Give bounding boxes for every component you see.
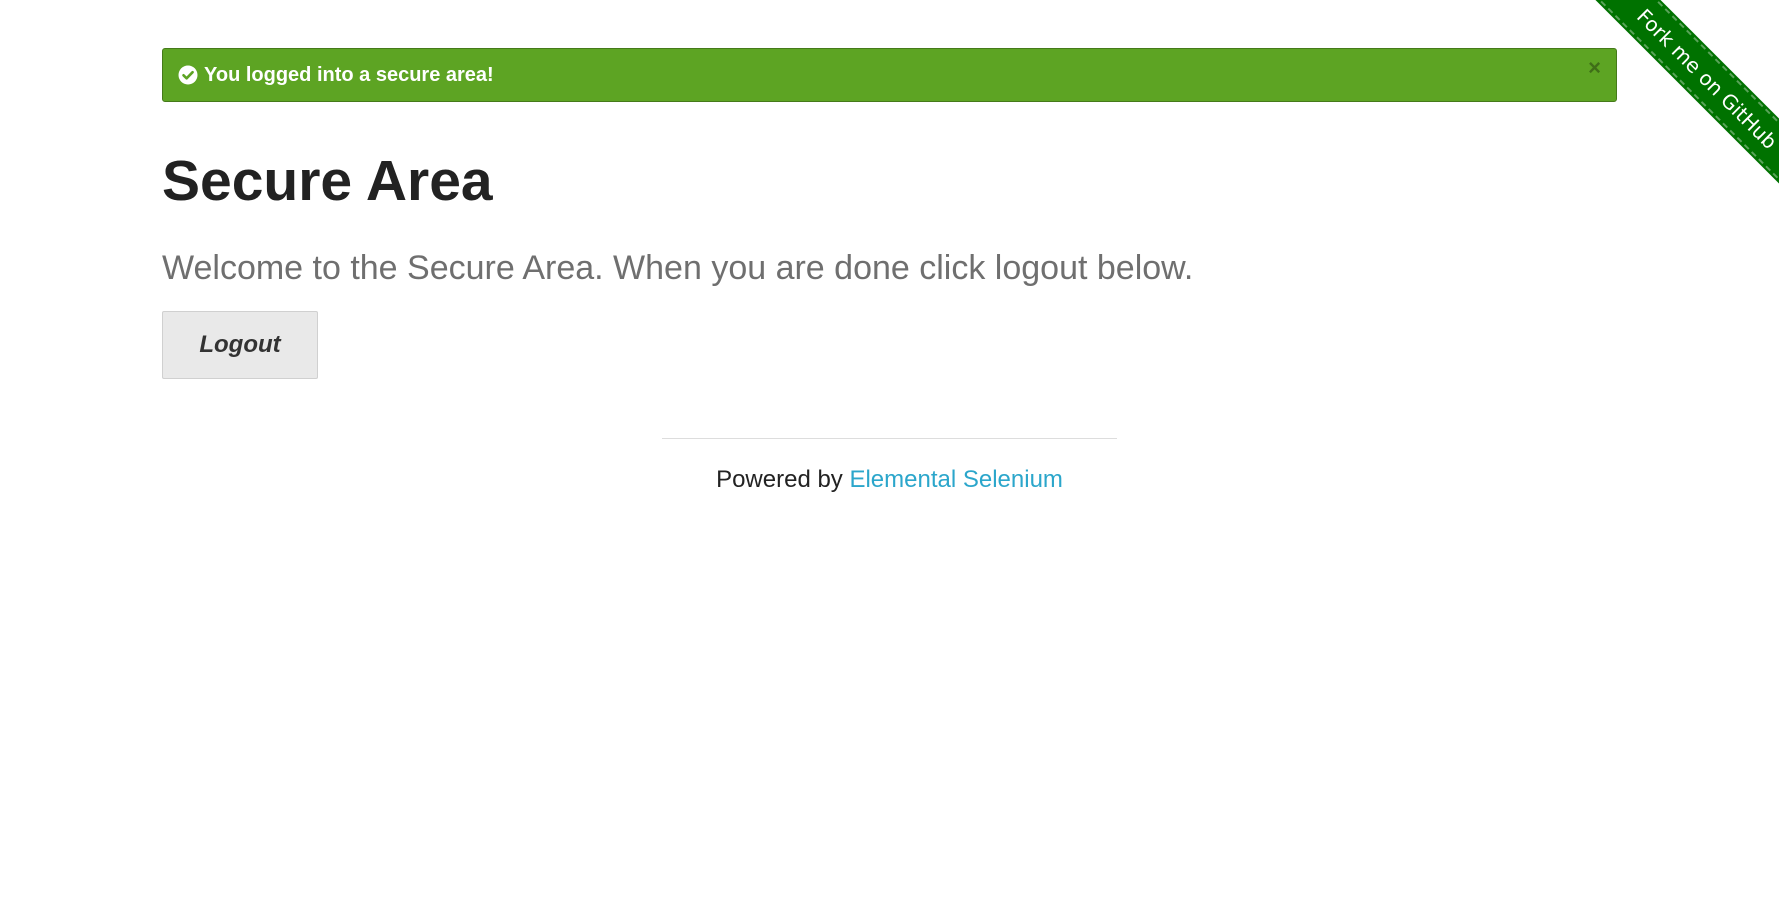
footer: Powered by Elemental Selenium <box>0 466 1779 494</box>
content-container: You logged into a secure area! × Secure … <box>162 48 1617 379</box>
page-title: Secure Area <box>162 149 493 213</box>
check-circle-icon <box>178 65 198 85</box>
logout-button[interactable]: Logout <box>162 311 318 379</box>
subheader: Welcome to the Secure Area. When you are… <box>162 249 1194 287</box>
flash-message-text: You logged into a secure area! <box>204 63 494 86</box>
page: You logged into a secure area! × Secure … <box>0 0 1779 908</box>
flash-success-message: You logged into a secure area! × <box>162 48 1617 102</box>
fork-me-on-github-ribbon[interactable]: Fork me on GitHub <box>1586 0 1779 200</box>
elemental-selenium-link[interactable]: Elemental Selenium <box>849 466 1062 493</box>
powered-by-text: Powered by <box>716 466 850 493</box>
github-ribbon-container: Fork me on GitHub <box>1559 0 1779 220</box>
footer-divider <box>662 438 1117 439</box>
